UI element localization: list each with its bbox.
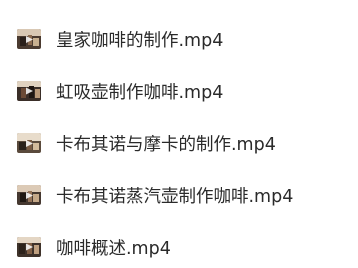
- file-item-royal-coffee[interactable]: 皇家咖啡的制作.mp4: [0, 19, 358, 59]
- file-name: 皇家咖啡的制作.mp4: [56, 30, 224, 51]
- video-thumbnail-icon: [17, 29, 41, 49]
- video-thumbnail-icon: [17, 185, 41, 205]
- video-thumbnail-icon: [17, 133, 41, 153]
- file-name: 卡布其诺与摩卡的制作.mp4: [56, 134, 276, 155]
- file-item-cappuccino-steam[interactable]: 卡布其诺蒸汽壶制作咖啡.mp4: [0, 175, 358, 215]
- file-item-siphon-coffee[interactable]: 虹吸壶制作咖啡.mp4: [0, 71, 358, 111]
- video-thumbnail-icon: [17, 81, 41, 101]
- file-item-cappuccino-mocha[interactable]: 卡布其诺与摩卡的制作.mp4: [0, 123, 358, 163]
- file-item-coffee-overview[interactable]: 咖啡概述.mp4: [0, 227, 358, 267]
- video-file-list: 皇家咖啡的制作.mp4 虹吸壶制作咖啡.mp4 卡布其诺与摩卡的制作.mp4 卡…: [0, 0, 358, 268]
- file-name: 卡布其诺蒸汽壶制作咖啡.mp4: [56, 186, 294, 207]
- file-name: 咖啡概述.mp4: [56, 238, 171, 259]
- file-name: 虹吸壶制作咖啡.mp4: [56, 82, 224, 103]
- video-thumbnail-icon: [17, 237, 41, 257]
